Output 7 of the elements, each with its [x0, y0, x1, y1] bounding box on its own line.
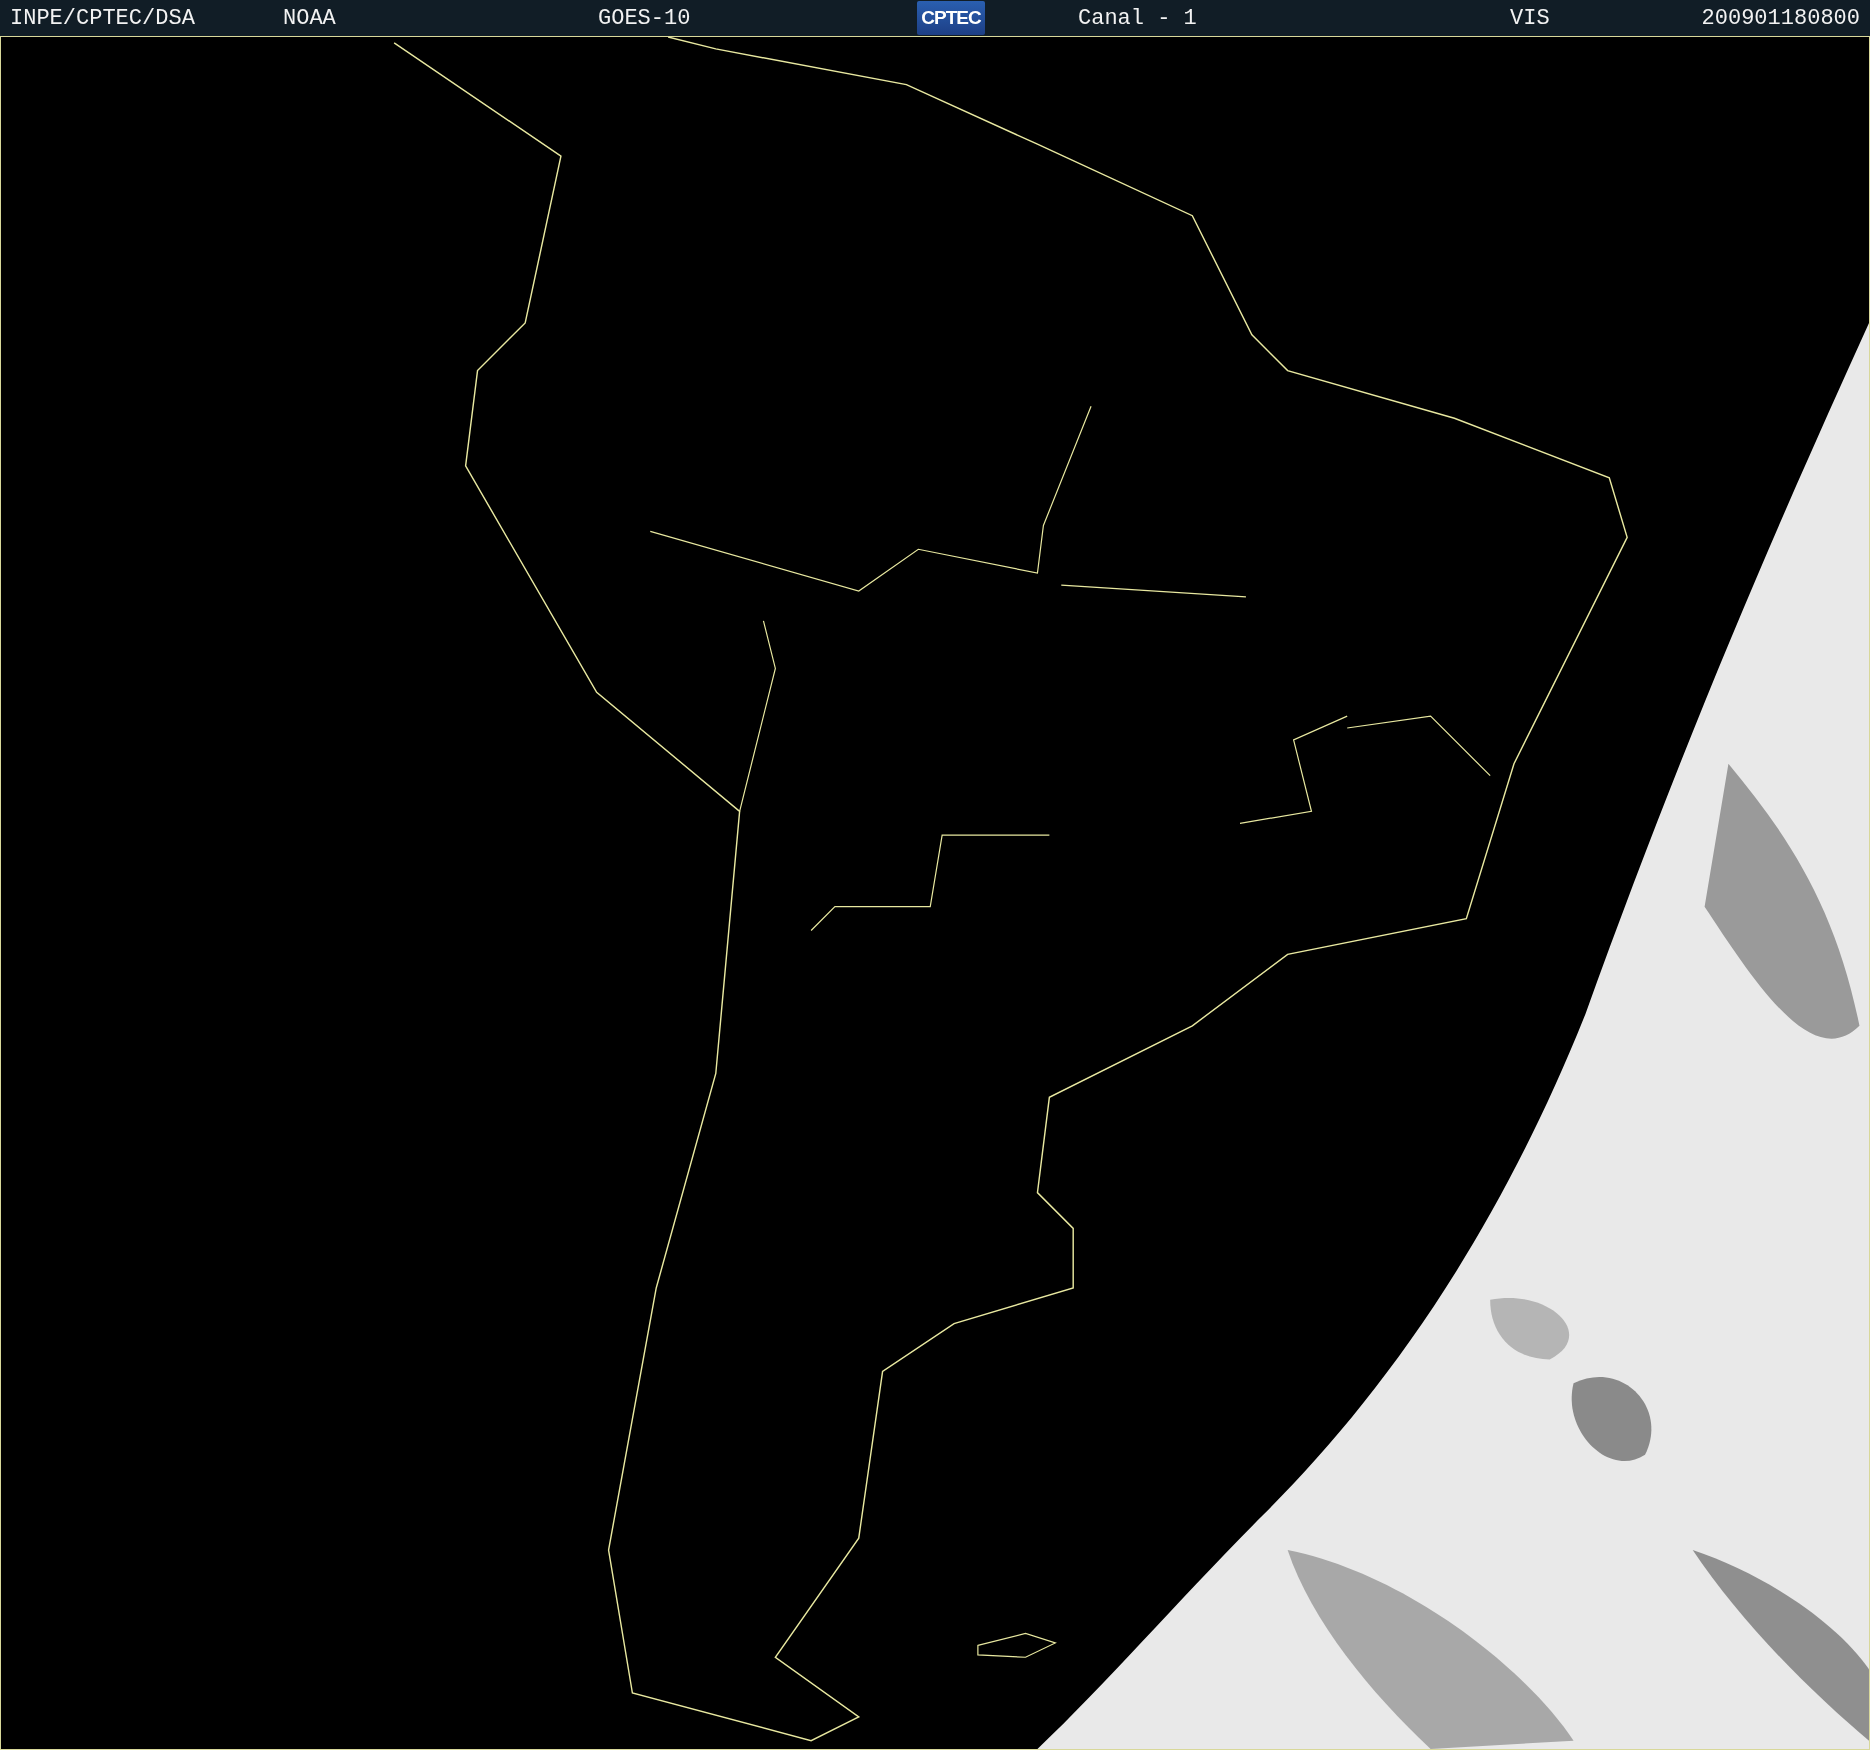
agency-label: NOAA: [283, 5, 337, 31]
channel-label: Canal - 1: [1078, 5, 1198, 31]
logo: CPTEC: [917, 1, 985, 35]
timestamp-label: 200901180800: [1701, 5, 1861, 31]
source-label: INPE/CPTEC/DSA: [10, 5, 196, 31]
band-label: VIS: [1510, 5, 1551, 31]
satellite-label: GOES-10: [598, 5, 692, 31]
